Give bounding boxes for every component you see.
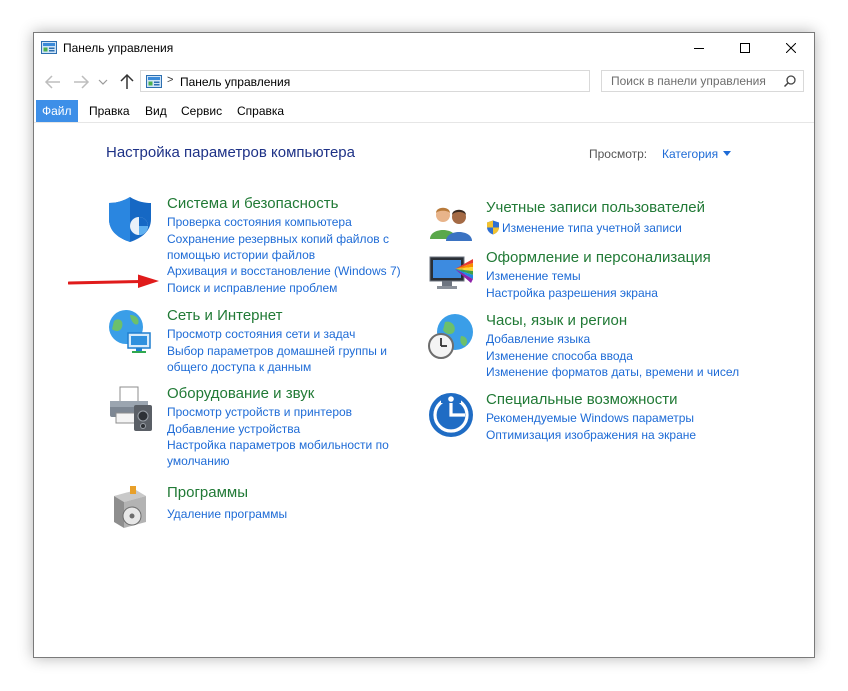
link-check-computer-status[interactable]: Проверка состояния компьютера — [167, 214, 352, 230]
link-change-account-type[interactable]: Изменение типа учетной записи — [502, 220, 682, 236]
close-button[interactable] — [768, 33, 814, 63]
link-homegroup-sharing[interactable]: Выбор параметров домашней группы и — [167, 343, 387, 359]
view-by-label: Просмотр: — [589, 147, 648, 161]
menu-help[interactable]: Справка — [231, 100, 290, 122]
link-screen-resolution[interactable]: Настройка разрешения экрана — [486, 285, 658, 301]
category-title[interactable]: Программы — [167, 484, 248, 501]
link-homegroup-sharing-cont[interactable]: общего доступа к данным — [167, 359, 311, 375]
close-icon — [786, 43, 796, 53]
menu-edit[interactable]: Правка — [83, 100, 136, 122]
link-add-device[interactable]: Добавление устройства — [167, 421, 300, 437]
link-mobility-settings-cont[interactable]: умолчанию — [167, 453, 230, 469]
menu-tools[interactable]: Сервис — [175, 100, 228, 122]
ease-of-access-icon[interactable] — [427, 391, 475, 439]
appearance-monitor-icon[interactable] — [427, 249, 475, 297]
recent-locations-chevron-icon[interactable] — [96, 71, 110, 93]
link-troubleshoot[interactable]: Поиск и исправление проблем — [167, 280, 337, 296]
link-uninstall-program[interactable]: Удаление программы — [167, 506, 287, 522]
link-add-language[interactable]: Добавление языка — [486, 331, 590, 347]
page-title: Настройка параметров компьютера — [106, 144, 355, 161]
view-by-dropdown[interactable]: Категория — [662, 147, 718, 161]
control-panel-window: Панель управления > Панель управления По… — [33, 32, 815, 658]
link-optimize-display[interactable]: Оптимизация изображения на экране — [486, 427, 696, 443]
category-title[interactable]: Специальные возможности — [486, 391, 678, 408]
minimize-icon — [694, 48, 704, 49]
window-title: Панель управления — [63, 41, 174, 55]
title-bar[interactable]: Панель управления — [34, 33, 814, 63]
search-box[interactable] — [601, 70, 804, 92]
caret-down-icon[interactable] — [723, 151, 731, 157]
control-panel-icon — [146, 75, 162, 88]
category-title[interactable]: Учетные записи пользователей — [486, 199, 705, 216]
network-globe-icon[interactable] — [106, 307, 154, 355]
shield-security-icon[interactable] — [106, 195, 154, 243]
maximize-button[interactable] — [722, 33, 768, 63]
user-accounts-icon[interactable] — [427, 199, 475, 247]
printer-hardware-icon[interactable] — [106, 385, 154, 433]
link-devices-printers[interactable]: Просмотр устройств и принтеров — [167, 404, 352, 420]
clock-globe-icon[interactable] — [427, 312, 475, 360]
category-title[interactable]: Сеть и Интернет — [167, 307, 283, 324]
search-icon[interactable] — [783, 74, 797, 88]
maximize-icon — [740, 43, 750, 53]
link-mobility-settings[interactable]: Настройка параметров мобильности по — [167, 437, 389, 453]
back-arrow-icon[interactable] — [42, 71, 64, 93]
link-date-time-formats[interactable]: Изменение форматов даты, времени и чисел — [486, 364, 739, 380]
uac-shield-icon — [487, 220, 499, 235]
category-title[interactable]: Оборудование и звук — [167, 385, 314, 402]
link-network-status[interactable]: Просмотр состояния сети и задач — [167, 326, 355, 342]
breadcrumb-separator[interactable]: > — [167, 74, 173, 86]
annotation-arrow-icon — [68, 274, 159, 288]
link-file-history-backup[interactable]: Сохранение резервных копий файлов с — [167, 231, 389, 247]
category-title[interactable]: Система и безопасность — [167, 195, 338, 212]
link-backup-restore-win7[interactable]: Архивация и восстановление (Windows 7) — [167, 263, 401, 279]
breadcrumb-item[interactable]: Панель управления — [180, 75, 290, 89]
link-file-history-backup-cont[interactable]: помощью истории файлов — [167, 247, 315, 263]
minimize-button[interactable] — [676, 33, 722, 63]
menu-view[interactable]: Вид — [139, 100, 173, 122]
link-recommended-settings[interactable]: Рекомендуемые Windows параметры — [486, 410, 694, 426]
control-panel-icon — [41, 41, 57, 54]
programs-box-icon[interactable] — [106, 484, 154, 532]
up-arrow-icon[interactable] — [116, 71, 138, 93]
search-input[interactable] — [602, 71, 786, 91]
menu-file[interactable]: Файл — [36, 100, 78, 122]
link-change-theme[interactable]: Изменение темы — [486, 268, 581, 284]
address-bar[interactable]: > Панель управления — [140, 70, 693, 92]
forward-arrow-icon[interactable] — [70, 71, 92, 93]
category-title[interactable]: Оформление и персонализация — [486, 249, 711, 266]
category-title[interactable]: Часы, язык и регион — [486, 312, 627, 329]
link-change-input-method[interactable]: Изменение способа ввода — [486, 348, 633, 364]
menu-bar: Файл Правка Вид Сервис Справка — [34, 100, 814, 123]
